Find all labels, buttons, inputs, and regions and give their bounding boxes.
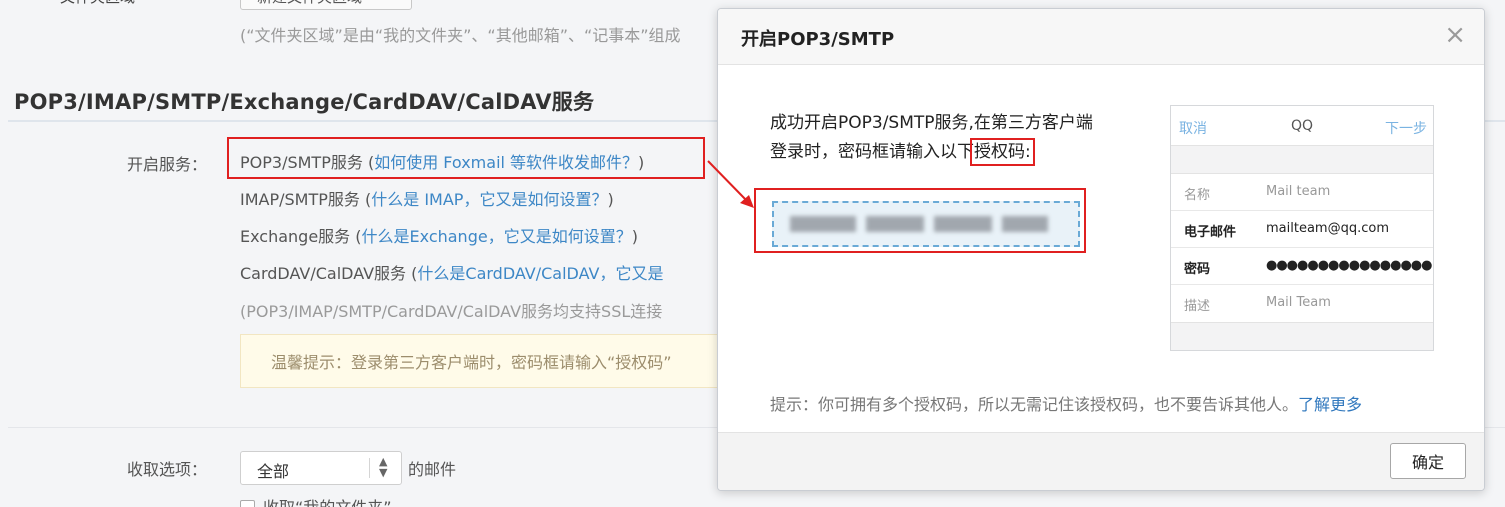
- dialog-title: 开启POP3/SMTP: [741, 29, 895, 50]
- select-divider: [369, 458, 370, 478]
- confirm-button[interactable]: 确定: [1390, 443, 1466, 479]
- service-exchange: Exchange服务 (什么是Exchange，它又是如何设置？): [240, 227, 638, 246]
- auth-code-highlight-box: [754, 188, 1086, 253]
- service-name: Exchange服务: [240, 227, 351, 246]
- example-row: 描述 Mail Team: [1184, 295, 1331, 314]
- new-folder-area-button[interactable]: 新建文件夹区域: [240, 0, 412, 10]
- ssl-note: (POP3/IMAP/SMTP/CardDAV/CalDAV服务均支持SSL连接: [240, 302, 663, 321]
- example-row: 电子邮件 mailteam@qq.com: [1171, 211, 1433, 248]
- auth-code-field[interactable]: [772, 201, 1080, 247]
- up-down-arrows-icon: ▲ ▼: [379, 455, 388, 479]
- section-title: POP3/IMAP/SMTP/Exchange/CardDAV/CalDAV服务: [14, 90, 595, 114]
- checkbox-label: 收取“我的文件夹”: [263, 498, 392, 507]
- example-header: 取消 QQ 下一步: [1171, 106, 1433, 146]
- service-help-link[interactable]: 什么是 IMAP，它又是如何设置？: [371, 190, 607, 209]
- service-help-link[interactable]: 什么是CardDAV/CalDAV，它又是: [417, 264, 663, 283]
- service-imap-smtp: IMAP/SMTP服务 (什么是 IMAP，它又是如何设置？): [240, 190, 614, 209]
- example-row: 密码 ●●●●●●●●●●●●●●●●: [1171, 248, 1433, 285]
- dialog-body: 成功开启POP3/SMTP服务,在第三方客户端 登录时，密码框请输入以下授权码:…: [718, 66, 1484, 432]
- enable-service-label: 开启服务：: [127, 155, 208, 174]
- auth-code-tip: 提示：你可拥有多个授权码，所以无需记住该授权码，也不要告诉其他人。了解更多: [770, 391, 1362, 415]
- service-help-link[interactable]: 什么是Exchange，它又是如何设置？: [362, 227, 632, 246]
- dialog-header: 开启POP3/SMTP ×: [718, 9, 1484, 65]
- select-value: 全部: [257, 462, 290, 481]
- auth-code-instruction: 登录时，密码框请输入以下授权码:: [770, 137, 1035, 166]
- auth-code-highlight: 授权码:: [970, 138, 1035, 166]
- tip-text: 提示：你可拥有多个授权码，所以无需记住该授权码，也不要告诉其他人。: [770, 395, 1299, 414]
- close-icon[interactable]: ×: [1444, 22, 1466, 48]
- success-message: 成功开启POP3/SMTP服务,在第三方客户端: [770, 113, 1093, 133]
- example-row: 名称 Mail team: [1171, 174, 1433, 211]
- example-next: 下一步: [1385, 121, 1427, 137]
- fetch-option-select[interactable]: 全部 ▲ ▼: [240, 451, 402, 485]
- obscured-code-segment: [790, 216, 856, 232]
- pop3-highlight-box: [227, 137, 705, 179]
- fetch-option-suffix: 的邮件: [408, 460, 457, 479]
- service-carddav-caldav: CardDAV/CalDAV服务 (什么是CardDAV/CalDAV，它又是: [240, 264, 664, 283]
- enable-pop3-smtp-dialog: 开启POP3/SMTP × 成功开启POP3/SMTP服务,在第三方客户端 登录…: [717, 8, 1485, 491]
- obscured-code-segment: [866, 216, 924, 232]
- service-name: CardDAV/CalDAV服务: [240, 264, 407, 283]
- fetch-my-folders-option[interactable]: 收取“我的文件夹”: [240, 494, 392, 507]
- folder-row-label: 文件夹区域: [60, 0, 135, 10]
- folder-area-note: (“文件夹区域”是由“我的文件夹”、“其他邮箱”、“记事本”组成: [240, 26, 681, 45]
- learn-more-link[interactable]: 了解更多: [1298, 395, 1362, 414]
- service-name: IMAP/SMTP服务: [240, 190, 360, 209]
- fetch-option-label: 收取选项：: [127, 460, 208, 479]
- dialog-footer: 确定: [718, 432, 1484, 490]
- checkbox[interactable]: [240, 500, 255, 507]
- example-fields: 名称 Mail team 电子邮件 mailteam@qq.com 密码 ●●●…: [1171, 173, 1433, 323]
- obscured-code-segment: [934, 216, 992, 232]
- instruction-text: 登录时，密码框请输入以下: [770, 142, 974, 162]
- client-setup-example: 取消 QQ 下一步 名称 Mail team 电子邮件 mailteam@qq.…: [1170, 105, 1434, 351]
- obscured-code-segment: [1002, 216, 1048, 232]
